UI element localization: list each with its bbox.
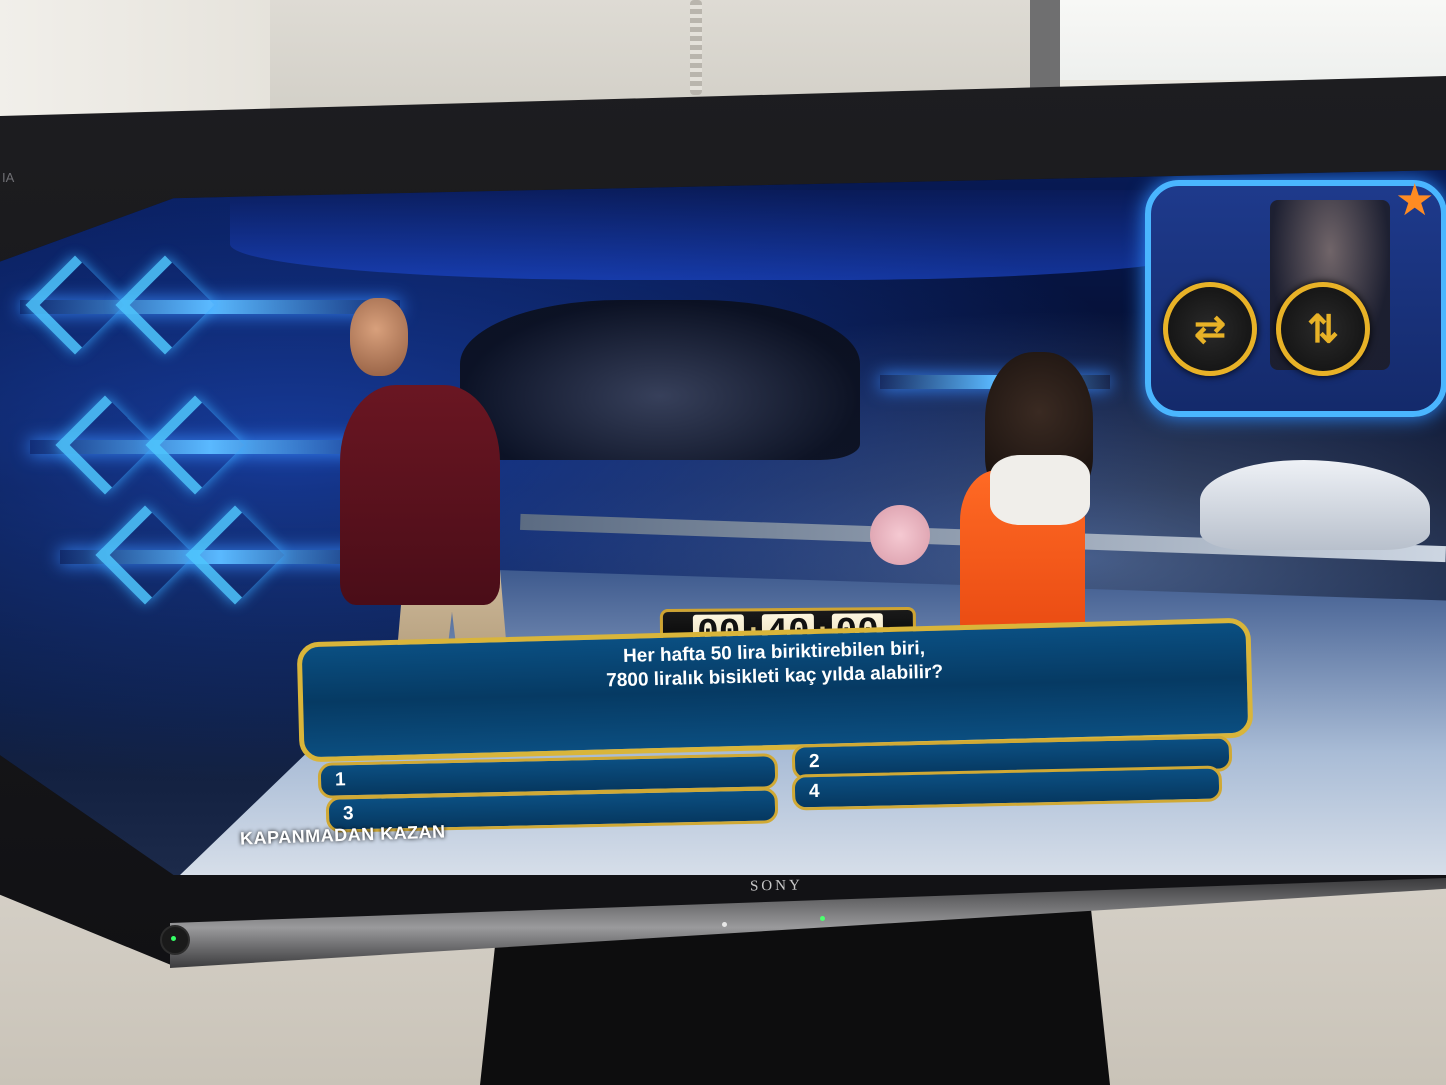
studio-audience — [460, 300, 860, 460]
answer-label: 3 — [342, 803, 354, 825]
tv-model-label: IA — [2, 170, 15, 185]
star-icon: ★ — [1395, 176, 1435, 225]
power-led-icon — [171, 936, 176, 941]
indicator-led-icon — [722, 922, 727, 927]
answer-label: 4 — [808, 780, 820, 803]
answer-label: 1 — [334, 769, 346, 791]
prize-teddy-bear — [870, 505, 930, 565]
status-led-icon — [820, 916, 825, 921]
host — [340, 385, 500, 605]
contestant-shirt — [990, 455, 1090, 525]
answer-label: 2 — [808, 751, 820, 773]
host-head — [350, 298, 408, 376]
blind-cord — [690, 0, 702, 95]
power-button[interactable] — [160, 925, 190, 955]
window-frame — [1030, 0, 1060, 95]
studio-ceiling — [230, 190, 1230, 280]
tv-brand-logo: SONY — [749, 877, 803, 895]
swap-arrows-icon: ⇄ — [1163, 282, 1257, 376]
tv-screen: ★ ⇄ ⇅ 00 : 40 : 00 Her hafta 50 lira bir… — [0, 170, 1446, 875]
window — [1060, 0, 1446, 80]
switch-people-icon: ⇅ — [1276, 282, 1370, 376]
